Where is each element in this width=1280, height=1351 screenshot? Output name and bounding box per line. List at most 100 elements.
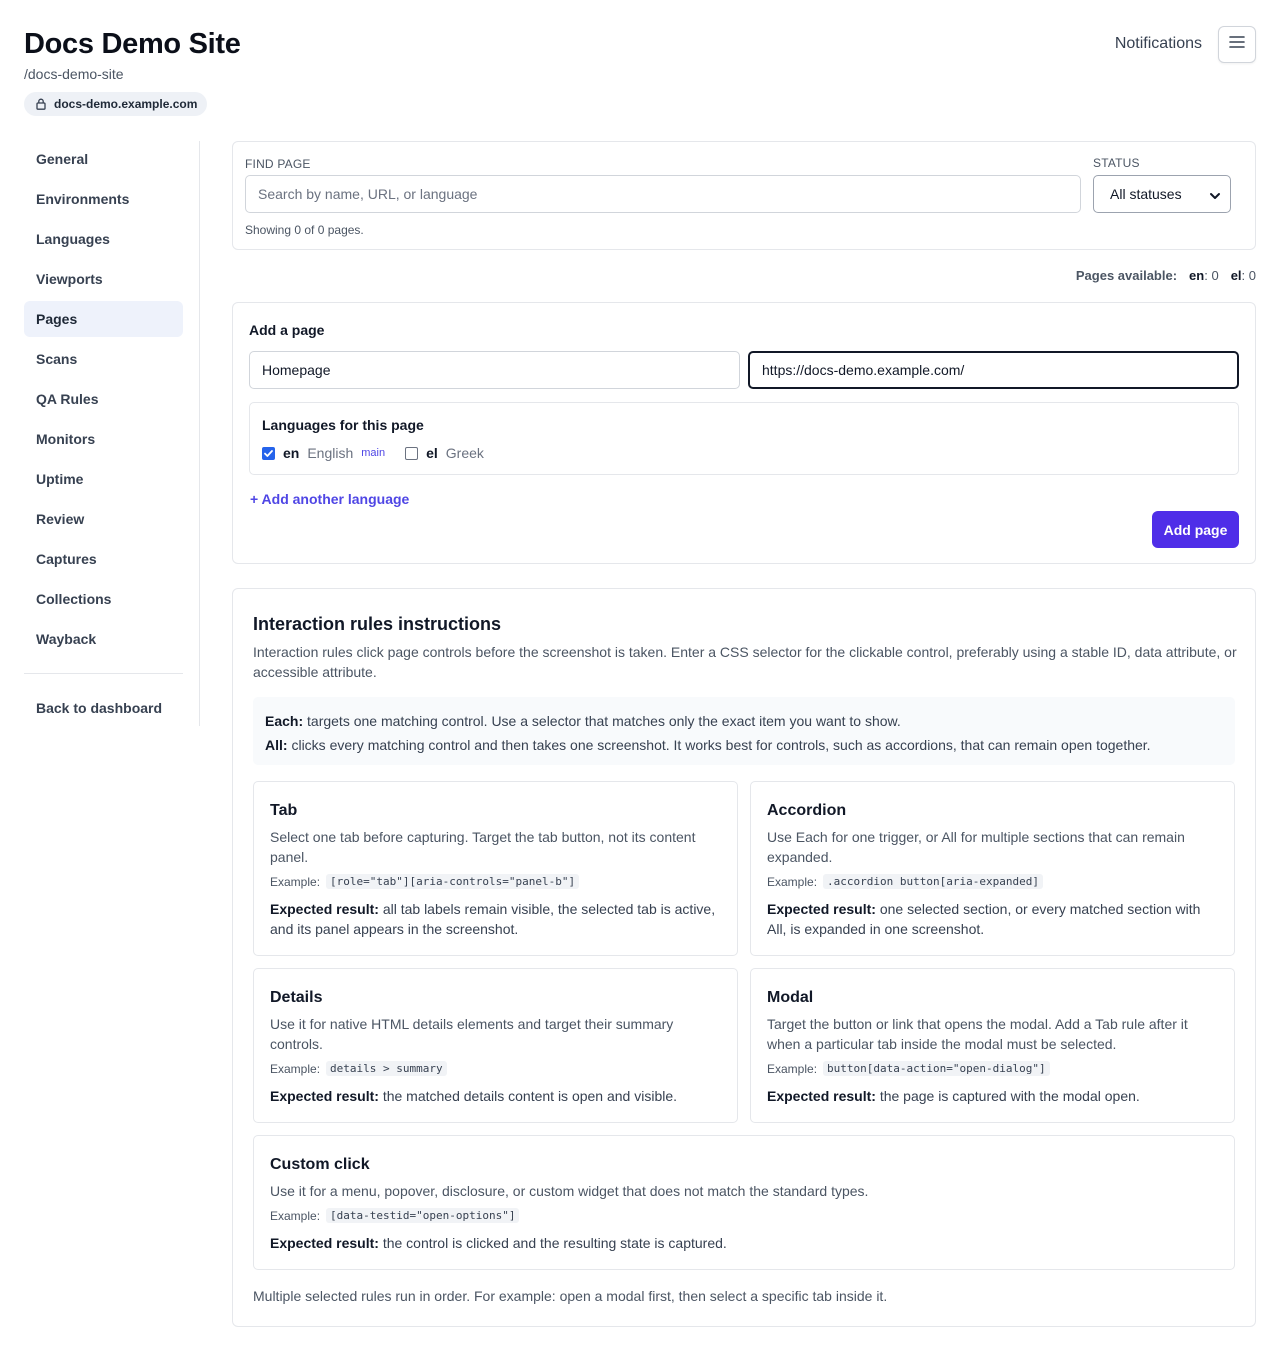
page-filter-card: FIND PAGE Search by name, URL, or langua… bbox=[232, 141, 1256, 250]
checkbox-el[interactable] bbox=[405, 446, 419, 460]
expected-text: the matched details content is open and … bbox=[382, 1088, 678, 1104]
rule-expected: Expected result: all tab labels remain v… bbox=[270, 899, 721, 939]
count-en: : 0 bbox=[1204, 268, 1219, 283]
find-page-label: FIND PAGE bbox=[245, 157, 311, 171]
sidebar-item-viewports[interactable]: Viewports bbox=[24, 261, 183, 297]
pages-available-en: en: 0 bbox=[1189, 268, 1219, 283]
rule-type-accordion: Accordion Use Each for one trigger, or A… bbox=[750, 781, 1235, 956]
example-label: Example: bbox=[270, 1061, 321, 1076]
sidebar-item-pages[interactable]: Pages bbox=[24, 301, 183, 337]
sidebar-item-languages[interactable]: Languages bbox=[24, 221, 183, 257]
sidebar-item-environments[interactable]: Environments bbox=[24, 181, 183, 217]
rule-example: Example: .accordion button[aria-expanded] bbox=[767, 874, 1043, 889]
language-code-el: el bbox=[426, 445, 438, 461]
sidebar-item-scans[interactable]: Scans bbox=[24, 341, 183, 377]
mode-each-name: Each: bbox=[265, 713, 304, 729]
results-count: Showing 0 of 0 pages. bbox=[245, 223, 364, 237]
pages-available-el: el: 0 bbox=[1231, 268, 1256, 283]
lang-code-el: el bbox=[1230, 268, 1242, 283]
pages-available-label: Pages available: bbox=[1075, 268, 1178, 283]
rule-expected: Expected result: the page is captured wi… bbox=[767, 1086, 1218, 1106]
expected-text: the control is clicked and the resulting… bbox=[382, 1235, 727, 1251]
expected-label: Expected result: bbox=[270, 1235, 379, 1251]
mode-each-text: targets one matching control. Use a sele… bbox=[307, 713, 901, 729]
sidebar-item-uptime[interactable]: Uptime bbox=[24, 461, 183, 497]
sidebar-item-monitors[interactable]: Monitors bbox=[24, 421, 183, 457]
rule-type-modal: Modal Target the button or link that ope… bbox=[750, 968, 1235, 1123]
page-name-input[interactable]: Homepage bbox=[249, 351, 740, 389]
site-slug: /docs-demo-site bbox=[24, 66, 124, 82]
rule-title: Accordion bbox=[767, 802, 847, 819]
languages-title: Languages for this page bbox=[262, 417, 424, 433]
rule-title: Custom click bbox=[270, 1156, 370, 1173]
page-title: Docs Demo Site bbox=[24, 28, 241, 60]
sidebar-item-wayback[interactable]: Wayback bbox=[24, 621, 183, 657]
rule-type-custom-click: Custom click Use it for a menu, popover,… bbox=[253, 1135, 1235, 1270]
rule-title: Modal bbox=[767, 989, 814, 1006]
checkbox-en[interactable] bbox=[262, 446, 275, 460]
rule-example: Example: [role="tab"][aria-controls="pane… bbox=[270, 874, 580, 889]
expected-label: Expected result: bbox=[270, 1088, 379, 1104]
mode-all-text: clicks every matching control and then t… bbox=[291, 737, 1151, 753]
sidebar-item-review[interactable]: Review bbox=[24, 501, 183, 537]
status-select[interactable]: All statuses bbox=[1093, 175, 1231, 213]
language-name-en: English bbox=[307, 445, 354, 461]
example-code: button[data-action="open-dialog"] bbox=[823, 1061, 1050, 1076]
add-page-title: Add a page bbox=[249, 322, 325, 338]
example-code: details > summary bbox=[326, 1061, 447, 1076]
rule-example: Example: [data-testid="open-options"] bbox=[270, 1208, 520, 1223]
rule-modes: Each: targets one matching control. Use … bbox=[253, 697, 1235, 765]
lock-icon bbox=[36, 98, 46, 110]
rule-type-tab: Tab Select one tab before capturing. Tar… bbox=[253, 781, 738, 956]
search-input[interactable]: Search by name, URL, or language bbox=[245, 175, 1081, 213]
chevron-down-icon bbox=[1209, 189, 1221, 201]
add-another-language-link[interactable]: + Add another language bbox=[250, 491, 409, 507]
rule-title: Tab bbox=[270, 802, 298, 819]
rule-description: Target the button or link that opens the… bbox=[767, 1016, 1188, 1052]
rule-description: Use Each for one trigger, or All for mul… bbox=[767, 829, 1185, 865]
expected-label: Expected result: bbox=[767, 901, 876, 917]
example-label: Example: bbox=[270, 1208, 321, 1223]
sidebar-item-collections[interactable]: Collections bbox=[24, 581, 183, 617]
mode-all: All: clicks every matching control and t… bbox=[265, 733, 1223, 757]
main-language-tag: main bbox=[361, 447, 386, 459]
rule-example: Example: button[data-action="open-dialog"… bbox=[767, 1061, 1050, 1076]
rule-example: Example: details > summary bbox=[270, 1061, 447, 1076]
expected-label: Expected result: bbox=[767, 1088, 876, 1104]
menu-button[interactable] bbox=[1218, 26, 1256, 63]
status-select-value: All statuses bbox=[1110, 186, 1182, 202]
sidebar-divider bbox=[24, 673, 183, 674]
pages-available: Pages available: en: 0 el: 0 bbox=[1076, 268, 1256, 283]
example-code: [role="tab"][aria-controls="panel-b"] bbox=[326, 874, 580, 889]
expected-text: the page is captured with the modal open… bbox=[879, 1088, 1140, 1104]
hamburger-icon bbox=[1229, 35, 1245, 54]
sidebar-item-captures[interactable]: Captures bbox=[24, 541, 183, 577]
example-code: .accordion button[aria-expanded] bbox=[823, 874, 1043, 889]
rule-description: Use it for a menu, popover, disclosure, … bbox=[270, 1183, 869, 1199]
notifications-link[interactable]: Notifications bbox=[1115, 34, 1202, 54]
example-label: Example: bbox=[767, 874, 818, 889]
status-label: STATUS bbox=[1093, 156, 1140, 170]
domain-badge[interactable]: docs-demo.example.com bbox=[24, 92, 208, 116]
rule-description: Use it for native HTML details elements … bbox=[270, 1016, 674, 1052]
example-code: [data-testid="open-options"] bbox=[326, 1208, 520, 1223]
language-options: en English main el Greek bbox=[262, 445, 492, 461]
rules-title: Interaction rules instructions bbox=[253, 614, 502, 634]
site-header: Docs Demo Site /docs-demo-site docs-demo… bbox=[24, 26, 1256, 122]
interaction-rules-card: Interaction rules instructions Interacti… bbox=[232, 588, 1256, 1327]
rule-description: Select one tab before capturing. Target … bbox=[270, 829, 696, 865]
sidebar-item-qa-rules[interactable]: QA Rules bbox=[24, 381, 183, 417]
language-code-en: en bbox=[283, 445, 300, 461]
sidebar-nav: General Environments Languages Viewports… bbox=[24, 141, 200, 726]
rules-footnote: Multiple selected rules run in order. Fo… bbox=[253, 1288, 888, 1304]
rule-expected: Expected result: one selected section, o… bbox=[767, 899, 1218, 939]
back-to-dashboard-link[interactable]: Back to dashboard bbox=[24, 690, 183, 726]
add-page-card: Add a page Homepage https://docs-demo.ex… bbox=[232, 302, 1256, 564]
expected-label: Expected result: bbox=[270, 901, 379, 917]
domain-text: docs-demo.example.com bbox=[54, 97, 198, 111]
add-page-button[interactable]: Add page bbox=[1152, 511, 1239, 548]
rule-expected: Expected result: the control is clicked … bbox=[270, 1233, 1218, 1253]
page-url-input[interactable]: https://docs-demo.example.com/ bbox=[748, 351, 1239, 389]
mode-each: Each: targets one matching control. Use … bbox=[265, 709, 1223, 733]
sidebar-item-general[interactable]: General bbox=[24, 141, 183, 177]
